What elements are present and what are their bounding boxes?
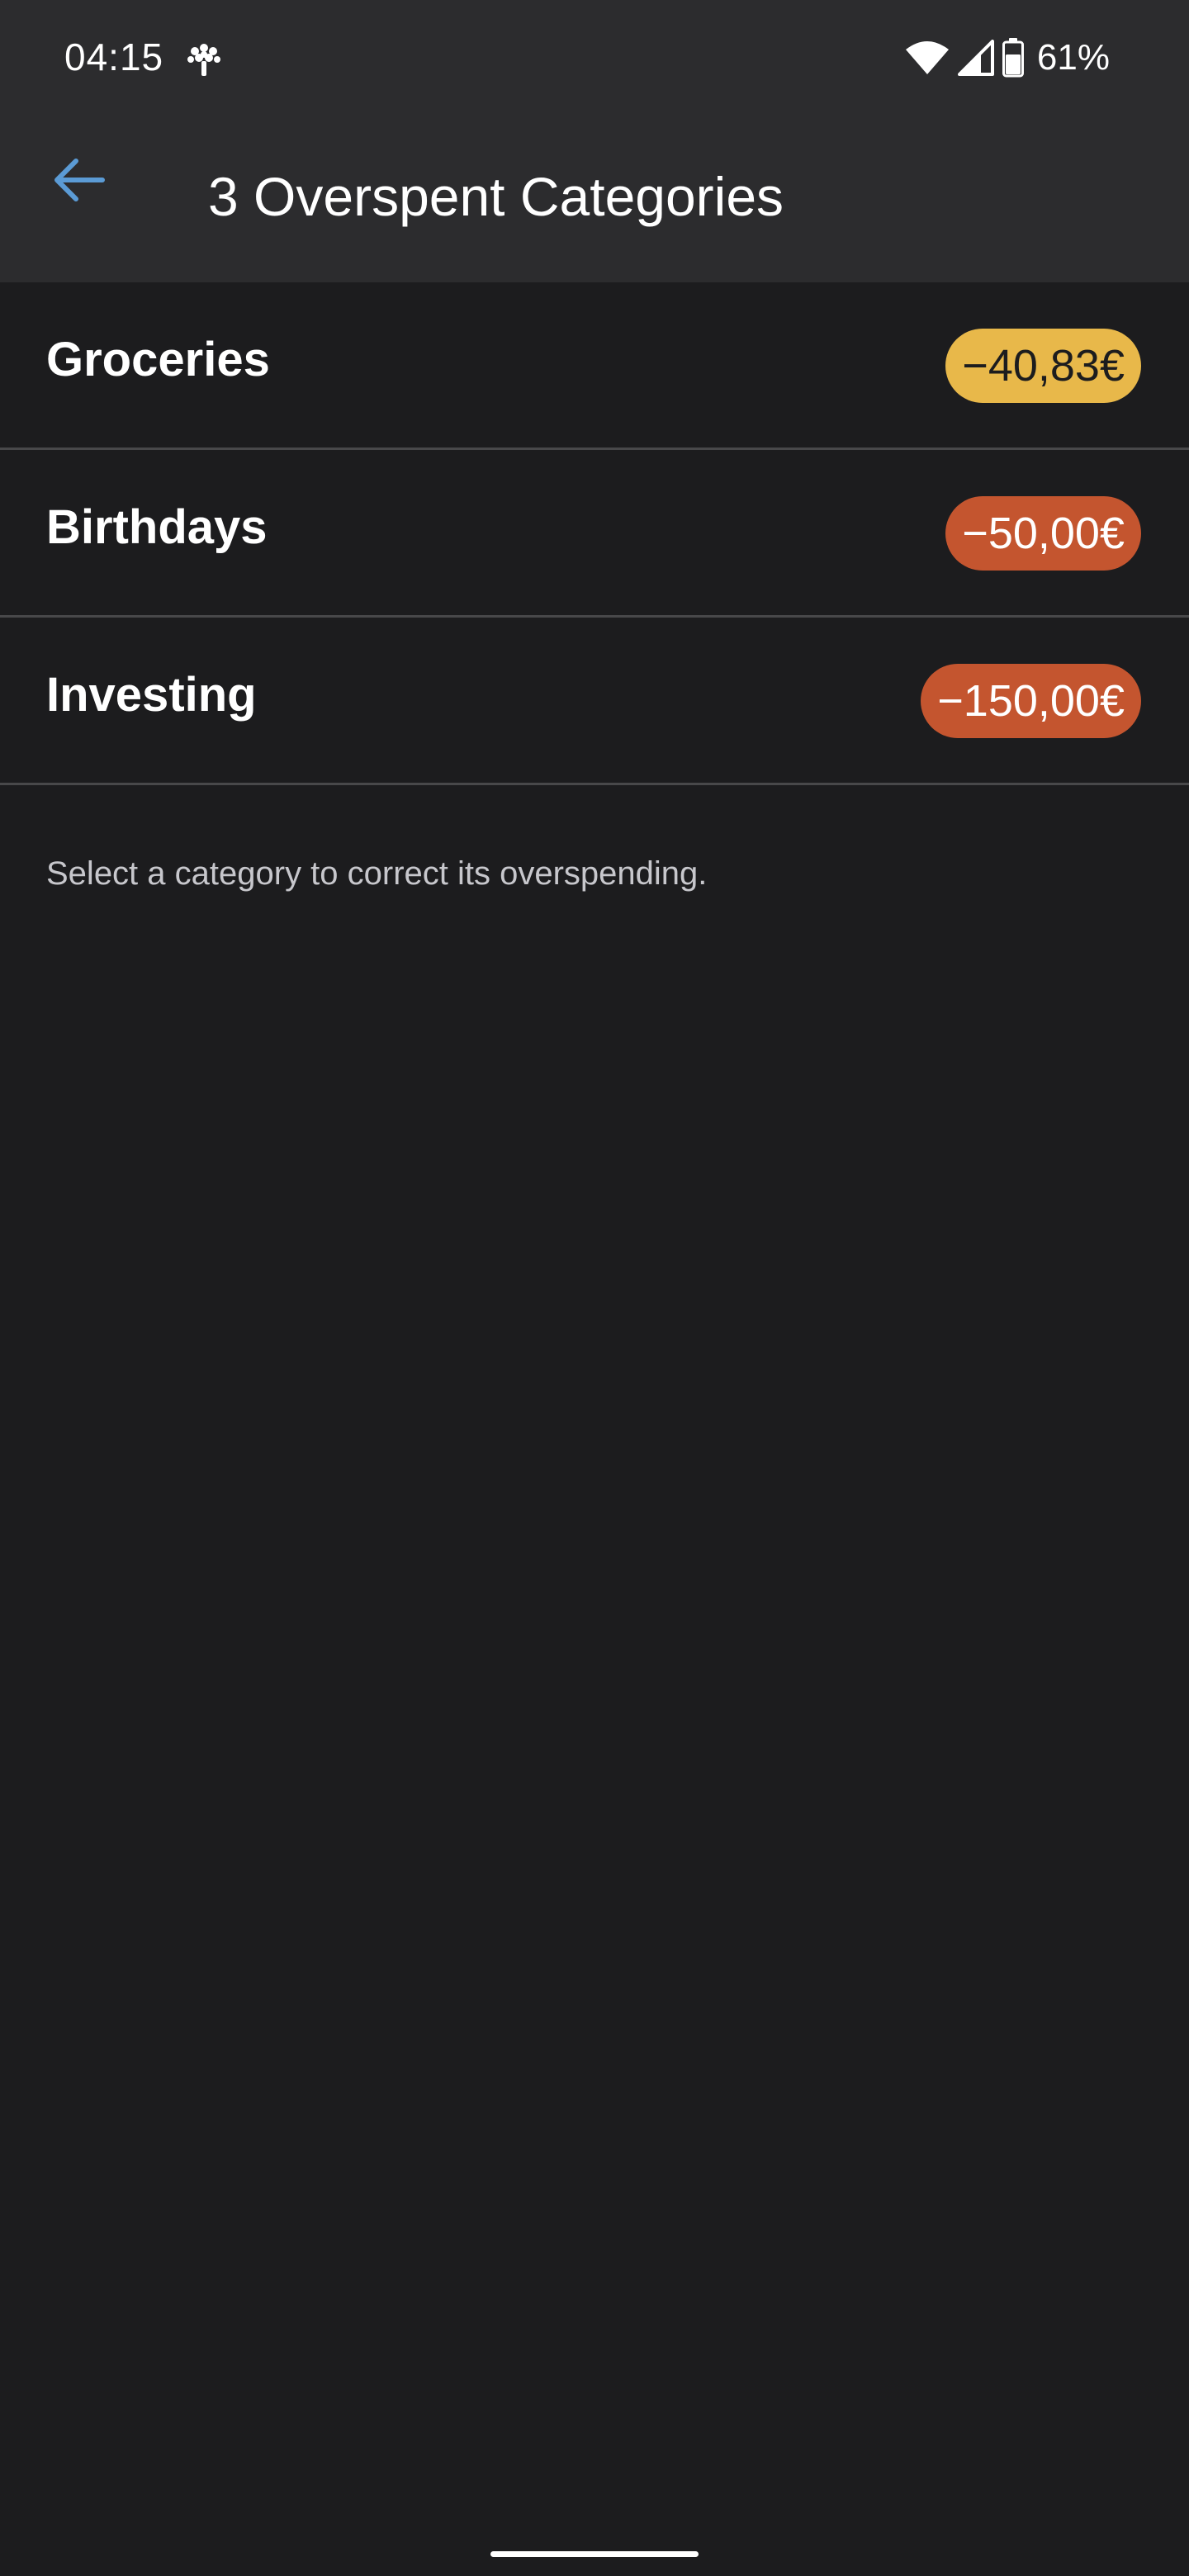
wifi-icon bbox=[905, 40, 950, 76]
category-row-investing[interactable]: Investing −150,00€ bbox=[0, 618, 1189, 785]
status-icons: 61% bbox=[905, 33, 1110, 83]
category-row-groceries[interactable]: Groceries −40,83€ bbox=[0, 282, 1189, 450]
page-title: 3 Overspent Categories bbox=[208, 166, 784, 227]
overspent-amount-badge: −150,00€ bbox=[921, 664, 1141, 738]
back-button[interactable] bbox=[38, 140, 121, 223]
tree-icon bbox=[183, 38, 225, 79]
hint-text: Select a category to correct its overspe… bbox=[46, 855, 708, 892]
overspent-amount-badge: −50,00€ bbox=[945, 496, 1141, 571]
cell-signal-icon bbox=[957, 40, 994, 76]
status-time: 04:15 bbox=[64, 36, 164, 78]
overspent-category-list: Groceries −40,83€ Birthdays −50,00€ Inve… bbox=[0, 282, 1189, 785]
overspent-amount-badge: −40,83€ bbox=[945, 329, 1141, 403]
home-indicator[interactable] bbox=[490, 2551, 699, 2557]
category-name: Groceries bbox=[46, 333, 270, 386]
screen: 04:15 61% 3 Overspent Categories Groceri… bbox=[0, 0, 1189, 2576]
category-row-birthdays[interactable]: Birthdays −50,00€ bbox=[0, 450, 1189, 618]
category-name: Birthdays bbox=[46, 500, 268, 554]
status-bar: 04:15 61% bbox=[0, 0, 1189, 117]
battery-percent: 61% bbox=[1036, 37, 1110, 78]
battery-icon bbox=[1002, 38, 1024, 78]
arrow-left-icon bbox=[53, 157, 106, 207]
category-name: Investing bbox=[46, 668, 257, 722]
